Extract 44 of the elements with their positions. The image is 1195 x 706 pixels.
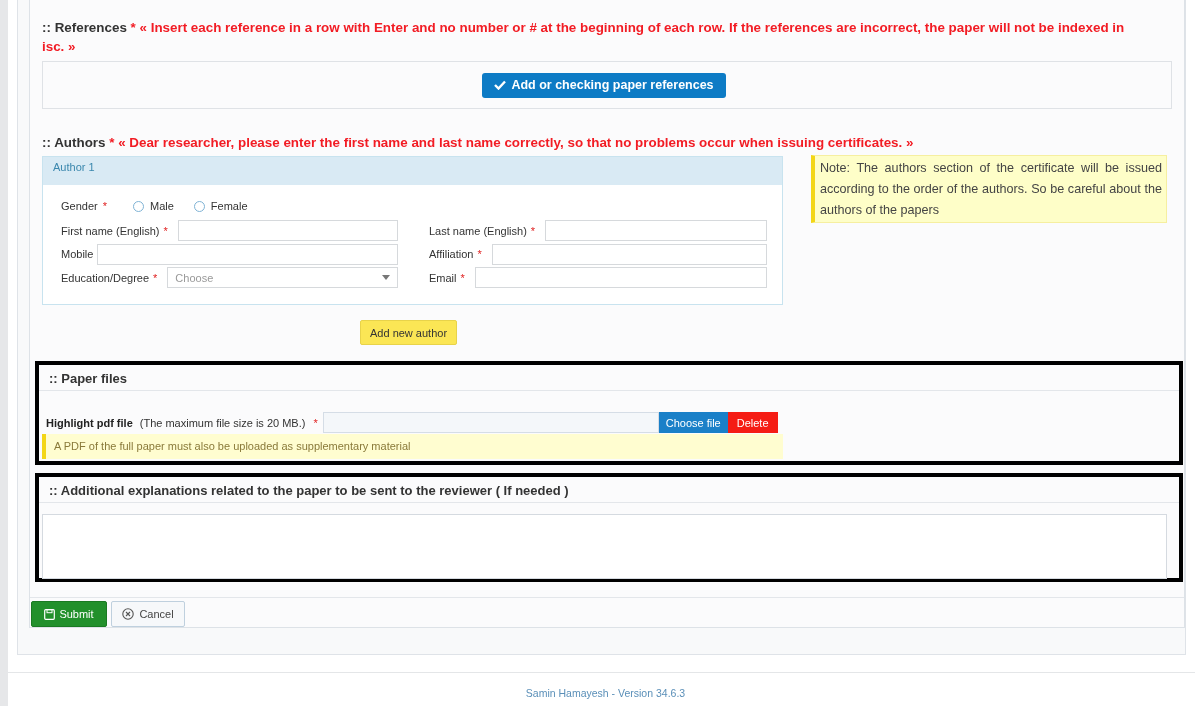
add-references-button[interactable]: Add or checking paper references (482, 72, 726, 98)
gender-radio[interactable]: Female (193, 200, 248, 212)
gender-radio[interactable]: Male (133, 200, 174, 212)
file-note: A PDF of the full paper must also be uploaded as supplementary material (42, 434, 783, 459)
field-label: Education/Degree (61, 271, 150, 284)
version-text: Samin Hamayesh - Version 34.6.3 (525, 687, 686, 701)
degree-dropdown[interactable]: Choose (167, 267, 398, 289)
field-label: Last name (English) (429, 224, 527, 237)
add-author-button[interactable]: Add new author (360, 320, 458, 345)
cancel-button[interactable]: Cancel (111, 601, 185, 627)
required-mark: * (313, 416, 318, 429)
input-field[interactable] (491, 243, 767, 265)
field-label: Mobile (61, 248, 94, 261)
required-mark: * (163, 224, 168, 237)
field-label: Highlight pdf file (46, 416, 133, 429)
required-mark: * (102, 200, 107, 212)
field-label: Email (429, 271, 457, 284)
input-field[interactable] (177, 220, 398, 242)
section-title: :: Additional explanations related to the paper to be sent to the reviewer ( If needed ) (49, 483, 569, 498)
field-label: Gender (61, 200, 98, 212)
input-field[interactable] (474, 267, 767, 289)
author-card-title: Author 1 (53, 161, 95, 173)
save-icon (44, 608, 56, 620)
input-field[interactable] (97, 243, 398, 265)
required-mark: * (460, 271, 465, 284)
explanation-textarea[interactable] (42, 514, 1167, 579)
references-heading: :: References * « Insert each reference in a row with Enter and no number or # at the beginning of each row. If the references are incorrect, the paper will not be indexed in isc. » (42, 19, 1126, 56)
choose-file-button[interactable]: Choose file (658, 412, 728, 433)
note-box: Note: The authors section of the certificate will be issued according to the order of the authors. So be careful about the authors of the papers (811, 155, 1167, 223)
required-mark: * (477, 248, 482, 261)
submit-button[interactable]: Submit (31, 601, 107, 627)
file-path-field[interactable] (322, 412, 659, 433)
field-label: First name (English) (61, 224, 160, 237)
authors-heading: :: Authors * « Dear researcher, please enter the first name and last name correctly, so that no problems occur when issuing certificates. » (42, 134, 915, 152)
required-mark: * (153, 271, 158, 284)
close-icon (122, 608, 135, 620)
file-size-hint: (The maximum file size is 20 MB.) (139, 416, 306, 429)
delete-button[interactable]: Delete (727, 412, 778, 433)
section-title: :: Paper files (49, 371, 128, 386)
check-icon (494, 80, 507, 90)
input-field[interactable] (545, 220, 767, 242)
caret-icon (382, 275, 390, 281)
field-label: Affiliation (429, 248, 474, 261)
required-mark: * (530, 224, 536, 237)
